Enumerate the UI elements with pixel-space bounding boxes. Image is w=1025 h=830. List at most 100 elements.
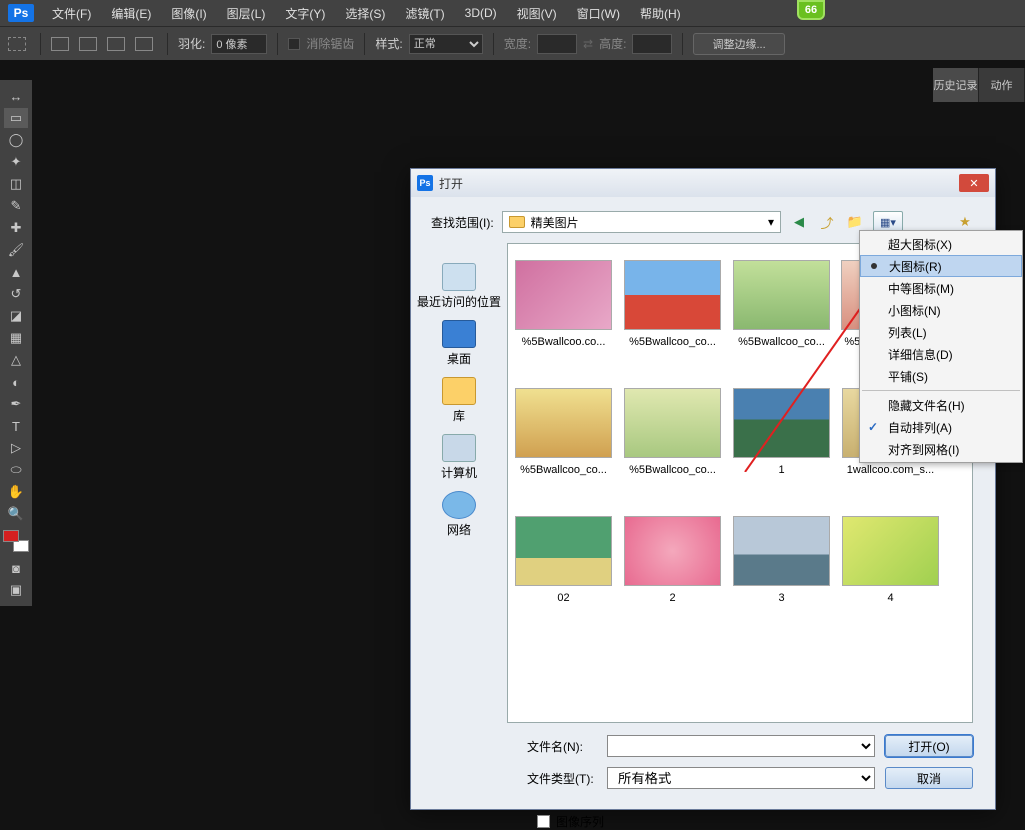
shape-tool-icon[interactable]: ⬭ <box>4 460 28 480</box>
filetype-select[interactable]: 所有格式 <box>607 767 875 789</box>
selection-subtract-icon[interactable] <box>107 37 125 51</box>
file-item[interactable]: %5Bwallcoo_co... <box>623 260 722 348</box>
menu-edit[interactable]: 编辑(E) <box>101 5 161 22</box>
places-bar: 最近访问的位置 桌面 库 计算机 网络 <box>411 243 507 723</box>
lookin-value: 精美图片 <box>531 214 579 231</box>
antialias-label: 消除锯齿 <box>306 35 354 52</box>
quickmask-icon[interactable]: ◙ <box>4 558 28 578</box>
file-item[interactable]: %5Bwallcoo_co... <box>732 260 831 348</box>
file-item[interactable]: 02 <box>514 516 613 604</box>
path-select-tool-icon[interactable]: ▷ <box>4 438 28 458</box>
gradient-tool-icon[interactable]: ▦ <box>4 328 28 348</box>
type-tool-icon[interactable]: T <box>4 416 28 436</box>
marquee-tool-icon[interactable]: ▭ <box>4 108 28 128</box>
file-item[interactable]: 3 <box>732 516 831 604</box>
viewmode-aligntogrid[interactable]: 对齐到网格(I) <box>860 438 1022 460</box>
dialog-titlebar: Ps 打开 ✕ <box>411 169 995 197</box>
file-item[interactable]: %5Bwallcoo_co... <box>514 388 613 476</box>
feather-label: 羽化: <box>178 35 205 52</box>
crop-tool-icon[interactable]: ◫ <box>4 174 28 194</box>
place-network[interactable]: 网络 <box>411 491 507 538</box>
style-select[interactable]: 正常 <box>409 34 483 54</box>
lookin-label: 查找范围(I): <box>431 214 494 231</box>
pen-tool-icon[interactable]: ✒ <box>4 394 28 414</box>
file-item[interactable]: 2 <box>623 516 722 604</box>
menu-view[interactable]: 视图(V) <box>507 5 567 22</box>
eraser-tool-icon[interactable]: ◪ <box>4 306 28 326</box>
menu-filter[interactable]: 滤镜(T) <box>395 5 454 22</box>
menu-image[interactable]: 图像(I) <box>161 5 216 22</box>
newfolder-icon[interactable]: 📁 <box>845 212 865 232</box>
place-computer[interactable]: 计算机 <box>411 434 507 481</box>
brush-tool-icon[interactable]: 🖌 <box>4 240 28 260</box>
menu-file[interactable]: 文件(F) <box>42 5 101 22</box>
open-button[interactable]: 打开(O) <box>885 735 973 757</box>
marquee-tool-icon[interactable] <box>8 37 26 51</box>
menu-3d[interactable]: 3D(D) <box>455 6 507 20</box>
antialias-checkbox <box>288 38 300 50</box>
lookin-select[interactable]: 精美图片 ▾ <box>502 211 781 233</box>
zoom-tool-icon[interactable]: 🔍 <box>4 504 28 524</box>
healing-tool-icon[interactable]: ✚ <box>4 218 28 238</box>
dodge-tool-icon[interactable]: ◐ <box>4 372 28 392</box>
viewmode-menu: 超大图标(X) 大图标(R) 中等图标(M) 小图标(N) 列表(L) 详细信息… <box>859 230 1023 463</box>
move-tool-icon[interactable]: ↔ <box>4 86 28 106</box>
hand-tool-icon[interactable]: ✋ <box>4 482 28 502</box>
screenmode-icon[interactable]: ▣ <box>4 580 28 600</box>
back-icon[interactable]: ◀ <box>789 212 809 232</box>
feather-input[interactable] <box>211 34 267 54</box>
file-item[interactable]: 1 <box>732 388 831 476</box>
stamp-tool-icon[interactable]: ▲ <box>4 262 28 282</box>
blur-tool-icon[interactable]: △ <box>4 350 28 370</box>
viewmode-medium[interactable]: 中等图标(M) <box>860 277 1022 299</box>
menu-type[interactable]: 文字(Y) <box>275 5 335 22</box>
viewmode-hidefilenames[interactable]: 隐藏文件名(H) <box>860 394 1022 416</box>
style-label: 样式: <box>375 35 402 52</box>
selection-intersect-icon[interactable] <box>135 37 153 51</box>
right-panel-tabs: 历史记录 动作 <box>933 68 1025 102</box>
app-logo: Ps <box>8 4 34 22</box>
menu-window[interactable]: 窗口(W) <box>567 5 630 22</box>
viewmode-autoarrange[interactable]: ✓自动排列(A) <box>860 416 1022 438</box>
menubar: Ps 文件(F) 编辑(E) 图像(I) 图层(L) 文字(Y) 选择(S) 滤… <box>0 0 1025 26</box>
refine-edge-button[interactable]: 调整边缘... <box>693 33 784 55</box>
color-swatches[interactable] <box>3 530 29 552</box>
width-label: 宽度: <box>504 35 531 52</box>
viewmode-extralarge[interactable]: 超大图标(X) <box>860 233 1022 255</box>
viewmode-details[interactable]: 详细信息(D) <box>860 343 1022 365</box>
file-item[interactable]: 4 <box>841 516 940 604</box>
viewmode-small[interactable]: 小图标(N) <box>860 299 1022 321</box>
menu-layer[interactable]: 图层(L) <box>217 5 276 22</box>
tab-history[interactable]: 历史记录 <box>933 68 979 102</box>
selection-add-icon[interactable] <box>79 37 97 51</box>
dialog-app-icon: Ps <box>417 175 433 191</box>
place-libraries[interactable]: 库 <box>411 377 507 424</box>
viewmode-large[interactable]: 大图标(R) <box>860 255 1022 277</box>
close-button[interactable]: ✕ <box>959 174 989 192</box>
viewmode-tiles[interactable]: 平铺(S) <box>860 365 1022 387</box>
eyedropper-tool-icon[interactable]: ✎ <box>4 196 28 216</box>
up-icon[interactable]: ⤴ <box>817 212 837 232</box>
image-sequence-checkbox[interactable] <box>537 815 550 828</box>
place-recent[interactable]: 最近访问的位置 <box>411 263 507 310</box>
filetype-label: 文件类型(T): <box>527 770 597 787</box>
magic-wand-tool-icon[interactable]: ✦ <box>4 152 28 172</box>
file-item[interactable]: %5Bwallcoo_co... <box>623 388 722 476</box>
toolbox: ↔ ▭ ◯ ✦ ◫ ✎ ✚ 🖌 ▲ ↺ ◪ ▦ △ ◐ ✒ T ▷ ⬭ ✋ 🔍 … <box>0 80 32 606</box>
menu-help[interactable]: 帮助(H) <box>630 5 691 22</box>
lasso-tool-icon[interactable]: ◯ <box>4 130 28 150</box>
favorites-icon[interactable]: ★ <box>955 212 975 232</box>
menu-select[interactable]: 选择(S) <box>335 5 395 22</box>
width-input <box>537 34 577 54</box>
image-sequence-label: 图像序列 <box>556 813 604 830</box>
history-brush-tool-icon[interactable]: ↺ <box>4 284 28 304</box>
tab-actions[interactable]: 动作 <box>979 68 1025 102</box>
file-item[interactable]: %5Bwallcoo.co... <box>514 260 613 348</box>
place-desktop[interactable]: 桌面 <box>411 320 507 367</box>
viewmode-list[interactable]: 列表(L) <box>860 321 1022 343</box>
filename-input[interactable] <box>607 735 875 757</box>
cancel-button[interactable]: 取消 <box>885 767 973 789</box>
selection-new-icon[interactable] <box>51 37 69 51</box>
options-bar: 羽化: 消除锯齿 样式: 正常 宽度: ⇄ 高度: 调整边缘... <box>0 26 1025 60</box>
download-progress-badge: 66 <box>797 0 825 20</box>
